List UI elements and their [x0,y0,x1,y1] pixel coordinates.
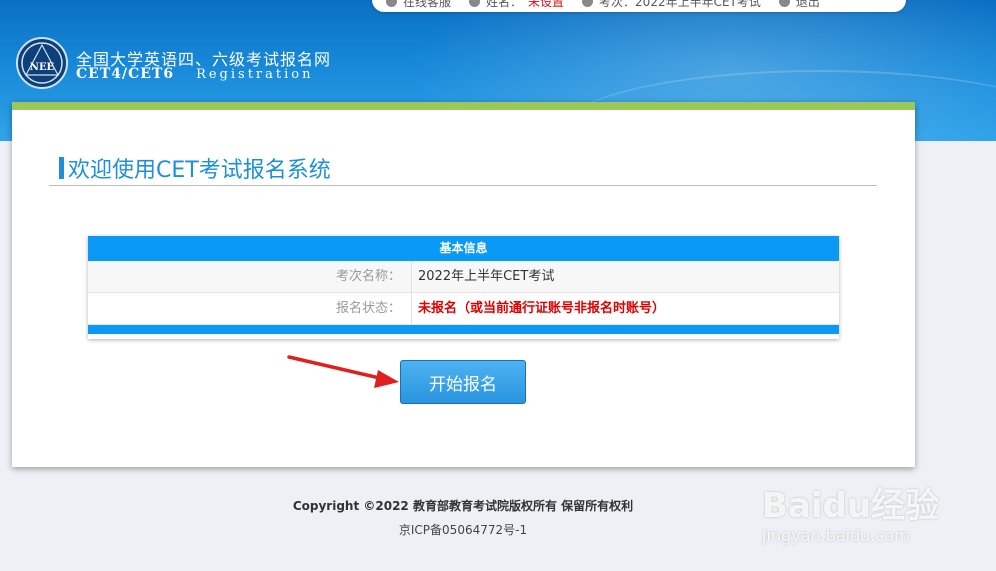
baidu-watermark-url: jingyan.baidu.com [762,526,910,545]
baidu-watermark: Baidu经验 [762,486,940,526]
